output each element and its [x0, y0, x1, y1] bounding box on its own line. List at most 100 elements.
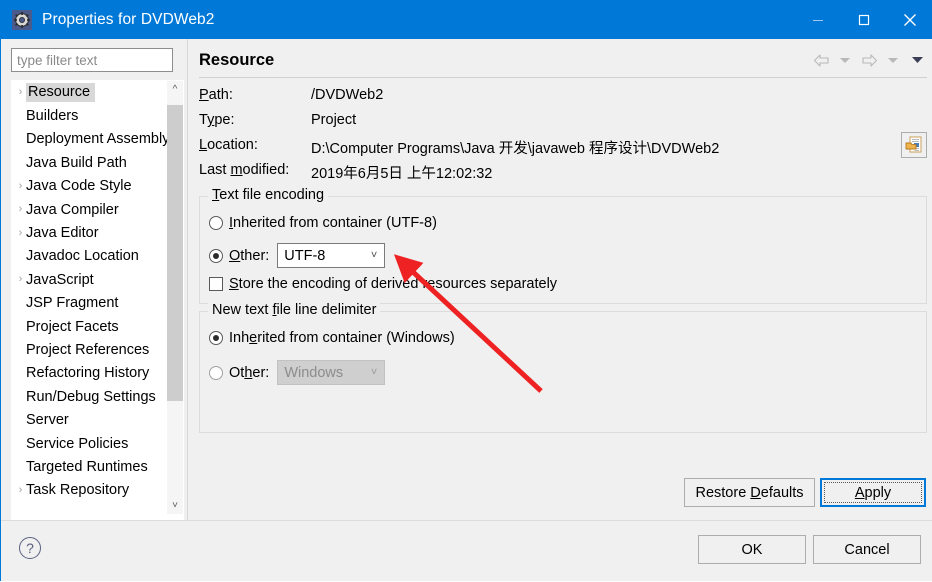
type-label: Type: [199, 112, 235, 128]
delimiter-inherited-radio[interactable] [209, 331, 223, 345]
tree-item-java-editor[interactable]: › Java Editor [12, 221, 168, 244]
filter-input[interactable] [11, 48, 173, 72]
tree-item-javascript[interactable]: › JavaScript [12, 268, 168, 291]
forward-arrow-icon[interactable] [858, 49, 880, 71]
info-row-last-modified: Last modified: 2019年6月5日 上午12:02:32 [199, 162, 929, 187]
close-button[interactable] [887, 1, 932, 39]
scroll-up-icon[interactable]: ^ [167, 81, 183, 98]
chevron-right-icon[interactable]: › [15, 274, 26, 285]
chevron-right-icon[interactable]: › [15, 227, 26, 239]
delimiter-other-radio[interactable] [209, 365, 223, 380]
store-derived-label: Store the encoding of derived resources … [229, 276, 558, 292]
chevron-right-icon[interactable]: › [15, 204, 26, 215]
tree-item-javadoc-location[interactable]: Javadoc Location [12, 245, 168, 268]
chevron-down-icon: ˅ [370, 249, 378, 261]
maximize-button[interactable] [841, 1, 887, 39]
properties-gear-icon [12, 10, 32, 30]
chevron-right-icon[interactable]: › [15, 180, 26, 192]
tree-item-server[interactable]: Server [12, 408, 168, 431]
tree-item-targeted-runtimes[interactable]: Targeted Runtimes [12, 455, 168, 478]
open-location-icon-button[interactable] [901, 132, 927, 158]
title-separator [199, 77, 927, 78]
pane-divider [187, 39, 188, 521]
chevron-down-icon: ˅ [370, 366, 378, 378]
line-delimiter-group: New text file line delimiter Inherited f… [199, 302, 927, 433]
store-derived-checkbox[interactable] [209, 277, 223, 291]
settings-tree: › Resource Builders Deployment Assembly Java… [11, 80, 184, 528]
tree-item-java-build-path[interactable]: Java Build Path [12, 151, 168, 174]
tree-item-java-compiler[interactable]: › Java Compiler [12, 198, 168, 221]
delimiter-inherited-label: Inherited from container (Windows) [229, 330, 455, 346]
scroll-down-icon[interactable]: ˅ [167, 497, 183, 514]
ok-label: OK [741, 541, 763, 558]
resource-info: Path: /DVDWeb2 Type: Project Location: D… [199, 87, 929, 187]
tree-item-label: Java Code Style [26, 178, 132, 195]
tree-item-task-repository[interactable]: › Task Repository [12, 479, 168, 502]
tree-item-project-facets[interactable]: Project Facets [12, 315, 168, 338]
delimiter-combo-value: Windows [284, 364, 344, 381]
delimiter-other-radio-row[interactable]: Other: Windows ˅ [209, 360, 386, 385]
tree-item-label: Javadoc Location [26, 248, 139, 265]
tree-item-label: Java Build Path [26, 154, 127, 171]
window-controls [795, 1, 932, 39]
tree-item-deployment-assembly[interactable]: Deployment Assembly [12, 128, 168, 151]
tree-item-java-code-style[interactable]: › Java Code Style [12, 175, 168, 198]
vertical-scroll-thumb[interactable] [167, 105, 183, 401]
delimiter-inherited-radio-row[interactable]: Inherited from container (Windows) [209, 330, 455, 346]
store-derived-checkbox-row[interactable]: Store the encoding of derived resources … [209, 276, 557, 292]
location-label: Location: [199, 137, 258, 153]
cancel-label: Cancel [844, 541, 890, 558]
tree-item-label: JavaScript [26, 271, 94, 288]
tree-item-project-references[interactable]: Project References [12, 338, 168, 361]
tree-item-run-debug-settings[interactable]: Run/Debug Settings [12, 385, 168, 408]
tree-item-label: Task Repository [26, 482, 130, 499]
page-nav-toolbar [810, 49, 928, 71]
tree-item-jsp-fragment[interactable]: JSP Fragment [12, 292, 168, 315]
tree-item-builders[interactable]: Builders [12, 104, 168, 127]
encoding-combo-value: UTF-8 [284, 247, 326, 264]
ok-button[interactable]: OK [698, 535, 806, 564]
encoding-other-label: Other: [229, 247, 270, 264]
tree-item-label: Run/Debug Settings [26, 388, 156, 405]
delimiter-combo: Windows ˅ [277, 360, 386, 385]
tree-item-label: Refactoring History [26, 365, 150, 382]
help-icon[interactable]: ? [19, 537, 41, 559]
tree-item-service-policies[interactable]: Service Policies [12, 432, 168, 455]
location-value: D:\Computer Programs\Java 开发\javaweb 程序设… [311, 141, 720, 157]
encoding-inherited-radio[interactable] [209, 216, 223, 230]
chevron-right-icon[interactable]: › [15, 484, 26, 496]
apply-focus-ring: Apply [824, 482, 922, 503]
forward-menu-chevron-down-icon[interactable] [882, 49, 904, 71]
back-menu-chevron-down-icon[interactable] [834, 49, 856, 71]
chevron-right-icon[interactable]: › [15, 87, 26, 98]
tree-item-label: Java Editor [26, 225, 99, 242]
encoding-other-radio[interactable] [209, 248, 223, 263]
encoding-other-radio-row[interactable]: Other: UTF-8 ˅ [209, 243, 386, 268]
settings-tree-list: › Resource Builders Deployment Assembly Java… [12, 81, 168, 514]
info-row-path: Path: /DVDWeb2 [199, 87, 929, 112]
tree-item-label: Resource [26, 83, 96, 103]
delimiter-other-label: Other: [229, 364, 270, 381]
back-arrow-icon[interactable] [810, 49, 832, 71]
path-label: Path: [199, 87, 233, 103]
text-file-encoding-group: Text file encoding Inherited from contai… [199, 187, 927, 304]
tree-item-refactoring-history[interactable]: Refactoring History [12, 362, 168, 385]
path-value: /DVDWeb2 [311, 87, 384, 103]
tree-item-label: Builders [26, 108, 79, 125]
tree-item-resource[interactable]: › Resource [12, 81, 168, 104]
tree-item-label: Targeted Runtimes [26, 458, 148, 475]
minimize-button[interactable] [795, 1, 841, 39]
tree-vertical-scrollbar[interactable]: ^ ˅ [167, 81, 183, 514]
encoding-inherited-radio-row[interactable]: Inherited from container (UTF-8) [209, 215, 437, 231]
last-modified-value: 2019年6月5日 上午12:02:32 [311, 166, 493, 182]
info-row-type: Type: Project [199, 112, 929, 137]
tree-item-label: Deployment Assembly [26, 131, 168, 148]
view-menu-chevron-down-icon[interactable] [906, 49, 928, 71]
tree-item-label: Java Compiler [26, 201, 119, 218]
encoding-combo[interactable]: UTF-8 ˅ [277, 243, 386, 268]
restore-defaults-button[interactable]: Restore Defaults [684, 478, 815, 507]
cancel-button[interactable]: Cancel [813, 535, 921, 564]
left-pane: ›ResourceBuildersDeployment AssemblyJava… [2, 39, 186, 545]
apply-button[interactable]: Apply [820, 478, 926, 507]
apply-label: Apply [854, 484, 892, 501]
